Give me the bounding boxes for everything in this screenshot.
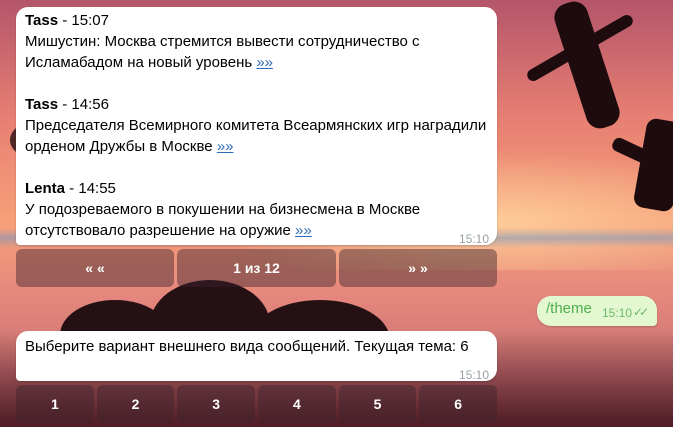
news-item: Tass - 14:56 Председателя Всемирного ком… [25, 94, 490, 157]
news-text: У подозреваемого в покушении на бизнесме… [25, 201, 421, 239]
pager-keyboard: « « 1 из 12 » » [16, 249, 497, 287]
theme-option-button[interactable]: 5 [338, 385, 417, 423]
next-page-button[interactable]: » » [339, 249, 497, 287]
news-item: Lenta - 14:55 У подозреваемого в покушен… [25, 178, 490, 241]
background-tree-root [632, 117, 673, 213]
outgoing-message-text: /theme [546, 300, 592, 317]
outgoing-message-bubble: /theme 15:10 ✓✓ [537, 296, 657, 326]
theme-option-button[interactable]: 6 [419, 385, 498, 423]
page-indicator-button[interactable]: 1 из 12 [177, 249, 336, 287]
news-source: Tass [25, 12, 59, 29]
news-text: Мишустин: Москва стремится вывести сотру… [25, 33, 420, 71]
message-timestamp: 15:10 [459, 368, 490, 382]
news-time: 14:55 [78, 180, 116, 197]
news-source: Lenta [25, 180, 66, 197]
theme-option-button[interactable]: 3 [177, 385, 256, 423]
news-item: Tass - 15:07 Мишустин: Москва стремится … [25, 10, 490, 73]
theme-option-button[interactable]: 4 [258, 385, 336, 423]
theme-option-button[interactable]: 1 [16, 385, 94, 423]
read-more-link[interactable]: »» [295, 222, 312, 239]
message-timestamp: 15:10 [459, 232, 490, 246]
theme-message-text: Выберите вариант внешнего вида сообщений… [25, 338, 469, 355]
read-more-link[interactable]: »» [217, 138, 234, 155]
news-time: 15:07 [71, 12, 109, 29]
prev-page-button[interactable]: « « [16, 249, 174, 287]
theme-message-bubble: Выберите вариант внешнего вида сообщений… [16, 331, 497, 382]
read-more-link[interactable]: »» [256, 54, 273, 71]
news-separator: - [58, 12, 72, 29]
background-tree-trunk [550, 0, 624, 133]
news-separator: - [65, 180, 79, 197]
theme-option-button[interactable]: 2 [96, 385, 175, 423]
news-separator: - [58, 96, 72, 113]
news-source: Tass [25, 96, 59, 113]
news-message-bubble: Tass - 15:07 Мишустин: Москва стремится … [16, 7, 497, 246]
message-timestamp: 15:10 [602, 306, 633, 320]
double-check-icon: ✓✓ [633, 305, 649, 319]
theme-keyboard: 1 2 3 4 5 6 [16, 385, 498, 423]
news-time: 14:56 [71, 96, 109, 113]
news-text: Председателя Всемирного комитета Всеармя… [25, 117, 487, 155]
